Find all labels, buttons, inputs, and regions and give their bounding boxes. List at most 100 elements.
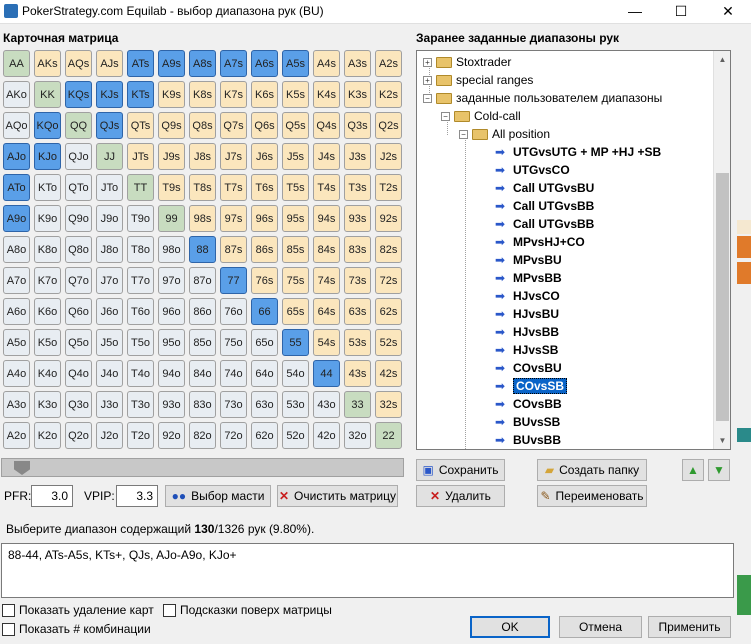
expander-icon[interactable]: − [459,129,468,139]
matrix-cell[interactable]: 72s [375,267,402,294]
matrix-cell[interactable]: 84o [189,360,216,387]
show-card-removal-checkbox[interactable]: Показать удаление карт [2,603,154,617]
matrix-cell[interactable]: A8o [3,236,30,263]
matrix-cell[interactable]: 83o [189,391,216,418]
matrix-cell[interactable]: Q9o [65,205,92,232]
scroll-down-icon[interactable]: ▼ [714,432,730,449]
tree-range-item[interactable]: ➡ MPvsHJ+CO [495,233,585,251]
matrix-cell[interactable]: 92o [158,422,185,449]
matrix-cell[interactable]: 65s [282,298,309,325]
matrix-cell[interactable]: 32s [375,391,402,418]
matrix-cell[interactable]: JTs [127,143,154,170]
matrix-cell[interactable]: J7o [96,267,123,294]
matrix-cell[interactable]: Q5s [282,112,309,139]
matrix-cell[interactable]: T9s [158,174,185,201]
tree-range-item[interactable]: ➡ HJvsBB [495,323,559,341]
matrix-cell[interactable]: 83s [344,236,371,263]
matrix-cell[interactable]: Q3o [65,391,92,418]
matrix-cell[interactable]: J6s [251,143,278,170]
tree-range-item[interactable]: ➡ HJvsSB [495,341,558,359]
matrix-cell[interactable]: 96o [158,298,185,325]
matrix-cell[interactable]: A7s [220,50,247,77]
expander-icon[interactable]: − [423,93,432,103]
matrix-cell[interactable]: A6o [3,298,30,325]
matrix-cell[interactable]: 72o [220,422,247,449]
matrix-cell[interactable]: J8s [189,143,216,170]
tree-folder-cold-call[interactable]: − Cold-call [441,107,521,125]
matrix-cell[interactable]: K5s [282,81,309,108]
matrix-cell[interactable]: K9o [34,205,61,232]
matrix-cell[interactable]: 97s [220,205,247,232]
matrix-cell[interactable]: 94o [158,360,185,387]
matrix-cell[interactable]: 55 [282,329,309,356]
matrix-cell[interactable]: K4o [34,360,61,387]
matrix-cell[interactable]: AA [3,50,30,77]
save-button[interactable]: ▣ Сохранить [416,459,505,481]
matrix-cell[interactable]: 32o [344,422,371,449]
matrix-cell[interactable]: JTo [96,174,123,201]
matrix-cell[interactable]: AJo [3,143,30,170]
matrix-cell[interactable]: T6o [127,298,154,325]
matrix-cell[interactable]: QJo [65,143,92,170]
matrix-cell[interactable]: KJo [34,143,61,170]
matrix-cell[interactable]: Q4o [65,360,92,387]
matrix-cell[interactable]: 66 [251,298,278,325]
matrix-cell[interactable]: QJs [96,112,123,139]
matrix-cell[interactable]: Q9s [158,112,185,139]
matrix-cell[interactable]: J9o [96,205,123,232]
matrix-cell[interactable]: Q8o [65,236,92,263]
matrix-cell[interactable]: 75s [282,267,309,294]
tree-range-item[interactable]: ➡ COvsBB [495,395,562,413]
create-folder-button[interactable]: ▰ Создать папку [537,459,647,481]
matrix-cell[interactable]: 85s [282,236,309,263]
matrix-cell[interactable]: Q5o [65,329,92,356]
range-slider[interactable] [1,458,404,477]
matrix-cell[interactable]: J2s [375,143,402,170]
pfr-input[interactable]: 3.0 [31,485,73,507]
scroll-up-icon[interactable]: ▲ [714,51,730,68]
matrix-cell[interactable]: K8s [189,81,216,108]
matrix-cell[interactable]: 96s [251,205,278,232]
matrix-cell[interactable]: T5s [282,174,309,201]
matrix-cell[interactable]: A9s [158,50,185,77]
matrix-cell[interactable]: Q7s [220,112,247,139]
matrix-cell[interactable]: Q2s [375,112,402,139]
matrix-cell[interactable]: K5o [34,329,61,356]
matrix-cell[interactable]: KTo [34,174,61,201]
tree-range-item[interactable]: ➡ COvsBU [495,359,562,377]
matrix-cell[interactable]: 52o [282,422,309,449]
matrix-cell[interactable]: AKo [3,81,30,108]
matrix-cell[interactable]: K6o [34,298,61,325]
matrix-cell[interactable]: J4o [96,360,123,387]
suit-select-button[interactable]: ●● Выбор масти [165,485,271,507]
matrix-cell[interactable]: JJ [96,143,123,170]
matrix-cell[interactable]: T5o [127,329,154,356]
matrix-cell[interactable]: A2o [3,422,30,449]
matrix-cell[interactable]: 54o [282,360,309,387]
close-icon[interactable]: ✕ [705,0,751,24]
tree-range-item[interactable]: ➡ Call UTGvsBU [495,179,594,197]
matrix-cell[interactable]: TT [127,174,154,201]
matrix-cell[interactable]: Q6o [65,298,92,325]
matrix-cell[interactable]: A9o [3,205,30,232]
matrix-cell[interactable]: 64s [313,298,340,325]
matrix-cell[interactable]: KJs [96,81,123,108]
matrix-cell[interactable]: 76o [220,298,247,325]
matrix-cell[interactable]: T3s [344,174,371,201]
matrix-cell[interactable]: 95s [282,205,309,232]
matrix-cell[interactable]: K7s [220,81,247,108]
matrix-cell[interactable]: T3o [127,391,154,418]
matrix-cell[interactable]: 98o [158,236,185,263]
vpip-input[interactable]: 3.3 [116,485,158,507]
matrix-cell[interactable]: K2s [375,81,402,108]
matrix-cell[interactable]: 99 [158,205,185,232]
matrix-cell[interactable]: J5s [282,143,309,170]
matrix-cell[interactable]: 84s [313,236,340,263]
matrix-cell[interactable]: 97o [158,267,185,294]
matrix-cell[interactable]: 44 [313,360,340,387]
matrix-cell[interactable]: 42o [313,422,340,449]
matrix-cell[interactable]: 73s [344,267,371,294]
matrix-cell[interactable]: J6o [96,298,123,325]
matrix-cell[interactable]: J5o [96,329,123,356]
matrix-cell[interactable]: ATs [127,50,154,77]
